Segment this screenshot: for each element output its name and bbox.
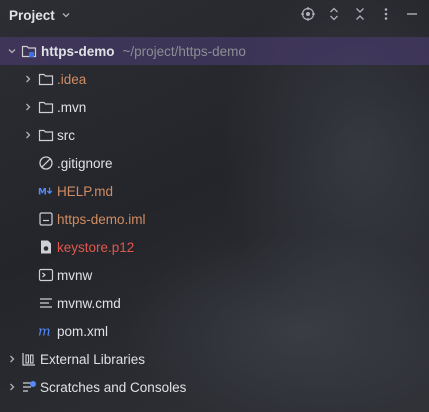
chevron-right-icon[interactable] [23,102,33,112]
project-view-selector[interactable]: Project [9,8,71,23]
markdown-icon: M [38,183,54,199]
tree-item-external-libraries[interactable]: External Libraries [0,345,429,373]
hide-icon[interactable] [403,5,421,23]
tree-item-help-md[interactable]: M HELP.md [0,177,429,205]
tree-item-label: src [57,127,75,143]
more-icon[interactable] [377,5,395,23]
tree-item-label: mvnw [57,267,93,283]
tree-item-label: External Libraries [40,351,146,367]
chevron-right-icon[interactable] [7,382,17,392]
tree-item-src[interactable]: src [0,121,429,149]
tree-item-label: https-demo.iml [57,211,146,227]
library-icon [21,351,37,367]
tree-item-label: Scratches and Consoles [40,379,187,395]
tree-root-row[interactable]: https-demo ~/project/https-demo [0,37,429,65]
tree-item-label: pom.xml [57,323,109,339]
tree-item-label: .idea [57,71,87,87]
chevron-down-icon[interactable] [7,46,17,56]
root-name: https-demo [41,43,115,59]
expand-all-icon[interactable] [325,5,343,23]
tree-item-pom[interactable]: m pom.xml [0,317,429,345]
project-panel-header: Project [0,0,429,30]
chevron-right-icon[interactable] [23,74,33,84]
tree-item-idea[interactable]: .idea [0,65,429,93]
tree-item-iml[interactable]: https-demo.iml [0,205,429,233]
keystore-file-icon [38,239,54,255]
svg-text:M: M [38,188,47,198]
tree-item-gitignore[interactable]: .gitignore [0,149,429,177]
shell-script-icon [38,267,54,283]
chevron-right-icon[interactable] [7,354,17,364]
folder-icon [38,71,54,87]
tree-item-label: .mvn [57,99,87,115]
root-path: ~/project/https-demo [122,43,246,59]
scratches-icon [21,379,37,395]
locate-icon[interactable] [299,5,317,23]
tree-item-label: keystore.p12 [57,239,135,255]
iml-file-icon [38,211,54,227]
maven-icon: m [38,323,54,339]
chevron-right-icon[interactable] [23,130,33,140]
module-folder-icon [21,43,37,59]
folder-icon [38,127,54,143]
tree-item-label: HELP.md [57,183,114,199]
tree-item-label: mvnw.cmd [57,295,121,311]
chevron-down-icon [61,8,71,23]
panel-title: Project [9,7,55,23]
tree-item-mvn[interactable]: .mvn [0,93,429,121]
text-file-icon [38,295,54,311]
folder-icon [38,99,54,115]
tree-item-scratches[interactable]: Scratches and Consoles [0,373,429,401]
ignore-file-icon [38,155,54,171]
tree-item-label: .gitignore [57,155,113,171]
tree-item-mvnw[interactable]: mvnw [0,261,429,289]
svg-text:m: m [38,324,51,339]
project-tree: https-demo ~/project/https-demo .idea .mv… [0,37,429,401]
collapse-all-icon[interactable] [351,5,369,23]
tree-item-mvnw-cmd[interactable]: mvnw.cmd [0,289,429,317]
tree-item-keystore[interactable]: keystore.p12 [0,233,429,261]
